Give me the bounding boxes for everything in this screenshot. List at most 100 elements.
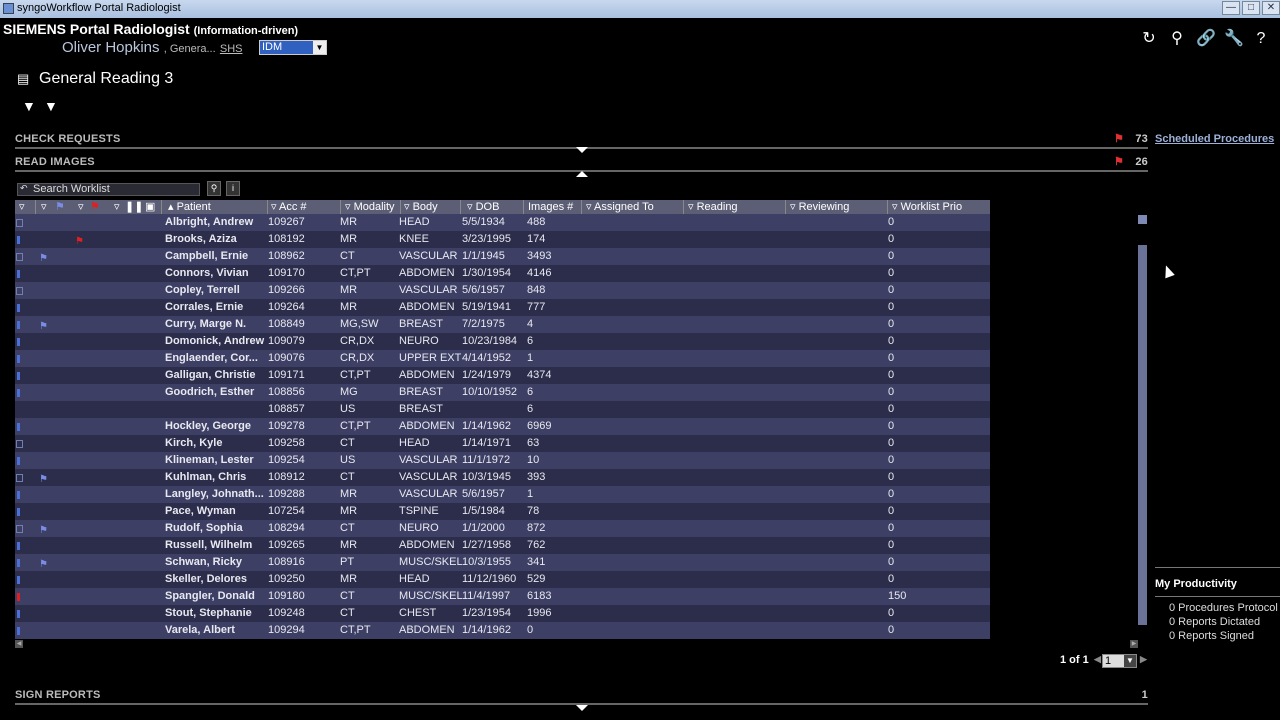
minimize-button[interactable]: —	[1222, 1, 1240, 15]
table-row[interactable]: Albright, Andrew 109267 MR HEAD 5/5/1934 488 0	[15, 214, 990, 231]
chevron-down-icon[interactable]: ▼	[313, 41, 326, 54]
table-row[interactable]: ⚑ Curry, Marge N. 108849 MG,SW BREAST 7/2/197…	[15, 316, 990, 333]
filter-icon[interactable]: ▼	[22, 98, 36, 114]
modality-cell: PT	[340, 556, 355, 568]
table-row[interactable]: 108857 US BREAST 6 0	[15, 401, 990, 418]
table-row[interactable]: ⚑ Rudolf, Sophia 108294 CT NEURO 1/1/2000 872 0	[15, 520, 990, 537]
table-row[interactable]: ⚑ Campbell, Ernie 108962 CT VASCULAR 1/1/1945…	[15, 248, 990, 265]
section-read-images[interactable]: READ IMAGES ⚑ 26	[15, 156, 1148, 172]
status-indicator-icon	[17, 338, 20, 346]
table-row[interactable]: Galligan, Christie 109171 CT,PT ABDOMEN 1/24…	[15, 367, 990, 384]
patient-cell: Copley, Terrell	[165, 284, 240, 296]
patient-cell: Albright, Andrew	[165, 216, 254, 228]
dob-cell: 1/14/1962	[462, 624, 511, 636]
site-link[interactable]: SHS	[220, 43, 243, 55]
user-info: Oliver Hopkins , Genera... SHS	[62, 39, 242, 56]
table-row[interactable]: ⚑ Schwan, Ricky 108916 PT MUSC/SKEL 10/3/1955…	[15, 554, 990, 571]
sort-flag-icon[interactable]: ▿	[41, 200, 47, 214]
sort-status-icon[interactable]: ▿	[19, 200, 25, 214]
modality-cell: MG,SW	[340, 318, 379, 330]
table-row[interactable]: Domonick, Andrew 109079 CR,DX NEURO 10/23/19…	[15, 333, 990, 350]
chevron-down-icon[interactable]: ▼	[1124, 655, 1136, 667]
body-cell: ABDOMEN	[399, 420, 455, 432]
horizontal-scrollbar[interactable]: ◀ ▶	[15, 640, 1138, 648]
acc-cell: 109180	[268, 590, 305, 602]
images-cell: 488	[527, 216, 546, 228]
table-row[interactable]: Englaender, Cor... 109076 CR,DX UPPER EXT 4/…	[15, 350, 990, 367]
link-icon[interactable]: 🔗	[1196, 30, 1216, 48]
section-sign-reports-count: 1	[1141, 689, 1148, 701]
table-row[interactable]: Copley, Terrell 109266 MR VASCULAR 5/6/1957 8…	[15, 282, 990, 299]
patient-cell: Curry, Marge N.	[165, 318, 247, 330]
table-row[interactable]: Stout, Stephanie 109248 CT CHEST 1/23/1954 19…	[15, 605, 990, 622]
body-cell: HEAD	[399, 437, 430, 449]
info-icon[interactable]: i	[226, 181, 240, 196]
section-check-requests[interactable]: CHECK REQUESTS ⚑ 73	[15, 133, 1148, 149]
patient-cell: Goodrich, Esther	[165, 386, 255, 398]
col-modality[interactable]: ▿ Modality	[345, 200, 395, 214]
refresh-icon[interactable]: ↻	[1140, 30, 1158, 48]
table-row[interactable]: Corrales, Ernie 109264 MR ABDOMEN 5/19/1941 7…	[15, 299, 990, 316]
table-row[interactable]: Russell, Wilhelm 109265 MR ABDOMEN 1/27/1958…	[15, 537, 990, 554]
acc-cell: 108912	[268, 471, 305, 483]
scroll-right-icon[interactable]: ▶	[1130, 640, 1138, 648]
col-images[interactable]: Images #	[528, 200, 573, 214]
table-row[interactable]: Spangler, Donald 109180 CT MUSC/SKEL 11/4/19…	[15, 588, 990, 605]
search-icon[interactable]: ⚲	[207, 181, 221, 196]
wrench-icon[interactable]: 🔧	[1224, 30, 1244, 48]
table-row[interactable]: Klineman, Lester 109254 US VASCULAR 11/1/197…	[15, 452, 990, 469]
help-icon[interactable]: ?	[1252, 30, 1270, 48]
table-row[interactable]: Kirch, Kyle 109258 CT HEAD 1/14/1971 63 0	[15, 435, 990, 452]
scroll-left-icon[interactable]: ◀	[15, 640, 23, 648]
worklist-title: ▤ General Reading 3	[17, 70, 173, 88]
expand-arrow-icon[interactable]	[576, 705, 588, 711]
col-body[interactable]: ▿ Body	[404, 200, 438, 214]
body-cell: VASCULAR	[399, 284, 458, 296]
images-cell: 872	[527, 522, 546, 534]
modality-cell: MR	[340, 505, 358, 517]
vertical-scrollbar[interactable]	[1138, 215, 1147, 635]
col-reviewing[interactable]: ▿ Reviewing	[790, 200, 849, 214]
table-row[interactable]: Langley, Johnath... 109288 MR VASCULAR 5/6/1…	[15, 486, 990, 503]
body-cell: CHEST	[399, 607, 437, 619]
prio-cell: 0	[888, 573, 895, 585]
col-patient[interactable]: ▴ Patient	[168, 200, 211, 214]
col-assigned[interactable]: ▿ Assigned To	[586, 200, 654, 214]
window-titlebar: syngoWorkflow Portal Radiologist — □ ✕	[0, 0, 1280, 18]
search-person-icon[interactable]: ⚲	[1168, 30, 1186, 48]
col-acc[interactable]: ▿ Acc #	[271, 200, 307, 214]
lock-icon: ▣	[145, 201, 156, 213]
prev-page-icon[interactable]: ◀	[1094, 654, 1101, 665]
section-sign-reports[interactable]: SIGN REPORTS 1	[15, 689, 1148, 705]
table-row[interactable]: ⚑ Brooks, Aziza 108192 MR KNEE 3/23/1995 174 0	[15, 231, 990, 248]
expand-arrow-icon[interactable]	[576, 147, 588, 153]
col-prio[interactable]: ▿ Worklist Prio	[892, 200, 962, 214]
sort-pause-icon[interactable]: ▿	[114, 200, 120, 214]
body-cell: MUSC/SKEL	[399, 556, 463, 568]
table-row[interactable]: ⚑ Kuhlman, Chris 108912 CT VASCULAR 10/3/1945…	[15, 469, 990, 486]
collapse-arrow-icon[interactable]	[576, 171, 588, 177]
table-row[interactable]: Hockley, George 109278 CT,PT ABDOMEN 1/14/19…	[15, 418, 990, 435]
filter-clear-icon[interactable]: ▼	[44, 98, 58, 114]
worklist-icon: ▤	[17, 71, 30, 86]
table-row[interactable]: Pace, Wyman 107254 MR TSPINE 1/5/1984 78 0	[15, 503, 990, 520]
pager-text: 1 of 1	[1060, 654, 1089, 666]
close-button[interactable]: ✕	[1262, 1, 1280, 15]
search-input[interactable]: Search Worklist	[17, 183, 200, 196]
images-cell: 6	[527, 335, 534, 347]
table-row[interactable]: Skeller, Delores 109250 MR HEAD 11/12/1960 52…	[15, 571, 990, 588]
context-select[interactable]: IDM ▼	[259, 40, 327, 55]
col-reading[interactable]: ▿ Reading	[688, 200, 738, 214]
col-dob[interactable]: ▿ DOB	[467, 200, 499, 214]
table-row[interactable]: Connors, Vivian 109170 CT,PT ABDOMEN 1/30/19…	[15, 265, 990, 282]
scheduled-procedures-link[interactable]: Scheduled Procedures	[1155, 133, 1274, 145]
portal-name: Portal Radiologist	[69, 21, 190, 37]
table-row[interactable]: Varela, Albert 109294 CT,PT ABDOMEN 1/14/196…	[15, 622, 990, 639]
section-check-requests-label: CHECK REQUESTS	[15, 133, 121, 145]
next-page-icon[interactable]: ▶	[1140, 654, 1147, 665]
page-select[interactable]: 1 ▼	[1102, 654, 1137, 668]
table-row[interactable]: Goodrich, Esther 108856 MG BREAST 10/10/1952…	[15, 384, 990, 401]
scrollbar-thumb[interactable]	[1138, 245, 1147, 625]
sort-redflag-icon[interactable]: ▿	[78, 200, 84, 214]
maximize-button[interactable]: □	[1242, 1, 1260, 15]
